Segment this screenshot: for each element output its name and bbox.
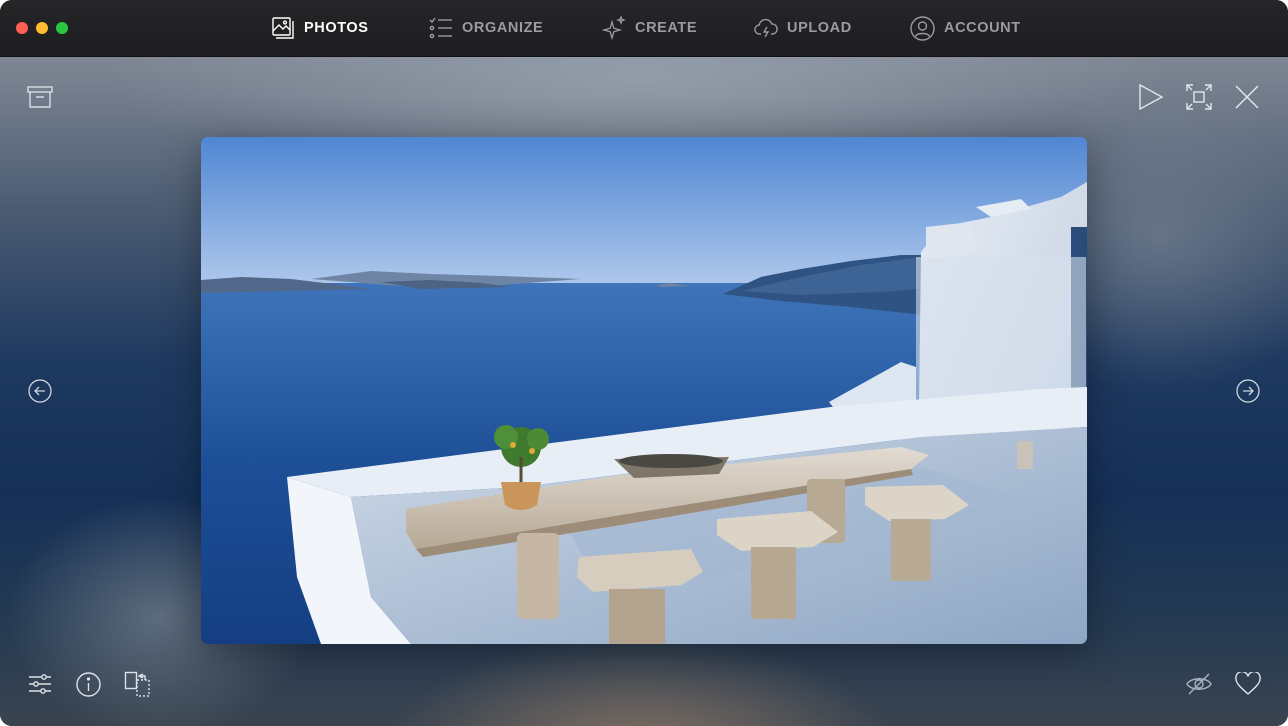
favorite-button[interactable] bbox=[1234, 671, 1262, 697]
compare-button[interactable] bbox=[123, 670, 151, 698]
fullscreen-icon bbox=[1186, 84, 1212, 110]
cloud-upload-icon bbox=[754, 16, 778, 40]
fullscreen-button[interactable] bbox=[1185, 83, 1213, 111]
adjustments-icon bbox=[28, 672, 52, 696]
slideshow-button[interactable] bbox=[1136, 83, 1166, 111]
app-window: PHOTOS ORGANIZE CREATE UPLOAD ACCOUNT bbox=[0, 0, 1288, 726]
user-icon bbox=[910, 15, 935, 41]
photos-icon bbox=[271, 16, 295, 40]
archive-icon bbox=[27, 86, 53, 108]
nav-tab-label: PHOTOS bbox=[304, 20, 369, 36]
info-button[interactable] bbox=[75, 671, 101, 697]
arrow-left-icon bbox=[28, 379, 52, 403]
compare-icon bbox=[124, 671, 151, 698]
main-photo[interactable] bbox=[201, 137, 1087, 644]
nav-tab-label: CREATE bbox=[635, 20, 698, 36]
title-bar: PHOTOS ORGANIZE CREATE UPLOAD ACCOUNT bbox=[0, 0, 1288, 57]
close-viewer-button[interactable] bbox=[1233, 83, 1261, 111]
heart-icon bbox=[1235, 672, 1261, 696]
nav-tab-label: ORGANIZE bbox=[462, 20, 544, 36]
nav-tab-organize[interactable]: ORGANIZE bbox=[429, 14, 543, 42]
photo-viewer bbox=[0, 57, 1288, 726]
nav-tab-label: ACCOUNT bbox=[944, 20, 1021, 36]
info-icon bbox=[75, 671, 101, 697]
nav-tab-upload[interactable]: UPLOAD bbox=[754, 14, 852, 42]
main-nav: PHOTOS ORGANIZE CREATE UPLOAD ACCOUNT bbox=[0, 0, 1288, 56]
adjustments-button[interactable] bbox=[27, 671, 53, 697]
hide-icon bbox=[1186, 673, 1212, 695]
close-icon bbox=[1234, 84, 1260, 110]
play-icon bbox=[1138, 84, 1164, 110]
nav-tab-label: UPLOAD bbox=[787, 20, 852, 36]
archive-button[interactable] bbox=[26, 84, 54, 110]
hide-photo-button[interactable] bbox=[1185, 671, 1213, 697]
next-photo-button[interactable] bbox=[1235, 378, 1261, 404]
nav-tab-photos[interactable]: PHOTOS bbox=[271, 14, 369, 42]
checklist-icon bbox=[429, 16, 453, 40]
sparkle-icon bbox=[602, 16, 626, 40]
arrow-right-icon bbox=[1236, 379, 1260, 403]
nav-tab-account[interactable]: ACCOUNT bbox=[910, 14, 1021, 42]
previous-photo-button[interactable] bbox=[27, 378, 53, 404]
nav-tab-create[interactable]: CREATE bbox=[602, 14, 697, 42]
